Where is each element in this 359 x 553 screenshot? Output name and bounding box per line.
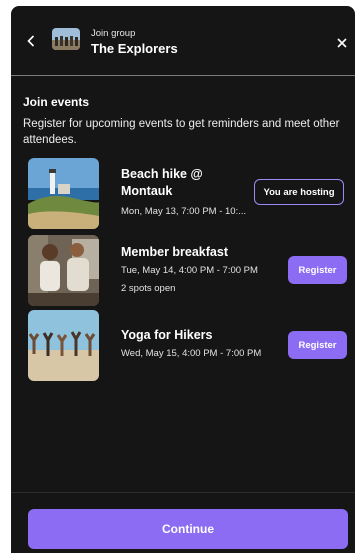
register-button[interactable]: Register xyxy=(288,331,347,359)
chevron-left-icon xyxy=(27,35,35,47)
group-name: The Explorers xyxy=(91,41,178,56)
event-image-yoga xyxy=(28,310,99,381)
event-datetime: Tue, May 14, 4:00 PM - 7:00 PM xyxy=(121,265,258,276)
register-button[interactable]: Register xyxy=(288,256,347,284)
section-description: Register for upcoming events to get remi… xyxy=(23,118,340,146)
dialog-subtitle: Join group xyxy=(91,28,136,39)
join-group-dialog: Join group The Explorers Join events Reg… xyxy=(11,6,355,553)
close-button[interactable] xyxy=(335,36,349,50)
event-title: Yoga for Hikers xyxy=(121,328,213,342)
event-image-breakfast xyxy=(28,235,99,306)
group-avatar xyxy=(52,28,80,50)
section-title: Join events xyxy=(23,95,90,109)
event-datetime: Mon, May 13, 7:00 PM - 10:... xyxy=(121,206,247,217)
event-spots: 2 spots open xyxy=(121,283,176,294)
event-datetime: Wed, May 15, 4:00 PM - 7:00 PM xyxy=(121,348,262,359)
continue-button[interactable]: Continue xyxy=(28,509,348,549)
back-button[interactable] xyxy=(23,32,39,50)
you-are-hosting-button[interactable]: You are hosting xyxy=(254,179,344,205)
close-icon xyxy=(337,38,347,48)
event-image-beach xyxy=(28,158,99,229)
footer-divider xyxy=(11,492,355,493)
event-title: Beach hike @ Montauk xyxy=(121,167,203,198)
event-title: Member breakfast xyxy=(121,245,228,259)
dialog-header: Join group The Explorers xyxy=(11,6,355,76)
